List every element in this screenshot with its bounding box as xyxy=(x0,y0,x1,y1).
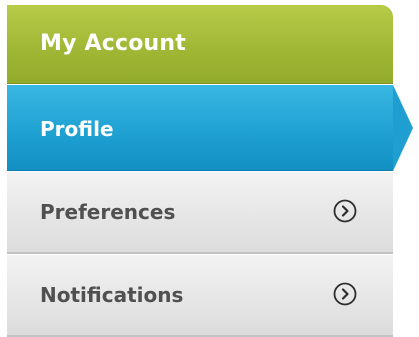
chevron-right-circle-icon xyxy=(333,199,357,223)
menu-item-notifications[interactable]: Notifications xyxy=(7,254,393,337)
account-menu: My Account Profile Preferences Notificat… xyxy=(7,5,413,337)
menu-item-notifications-label: Notifications xyxy=(40,283,184,307)
menu-item-profile[interactable]: Profile xyxy=(7,85,413,171)
menu-item-profile-label: Profile xyxy=(40,117,114,141)
menu-item-preferences-label: Preferences xyxy=(40,200,176,224)
menu-item-preferences[interactable]: Preferences xyxy=(7,171,393,254)
menu-header-title: My Account xyxy=(40,31,186,56)
chevron-right-circle-icon xyxy=(333,282,357,306)
menu-header: My Account xyxy=(7,5,393,84)
active-pointer-arrow xyxy=(393,85,413,171)
